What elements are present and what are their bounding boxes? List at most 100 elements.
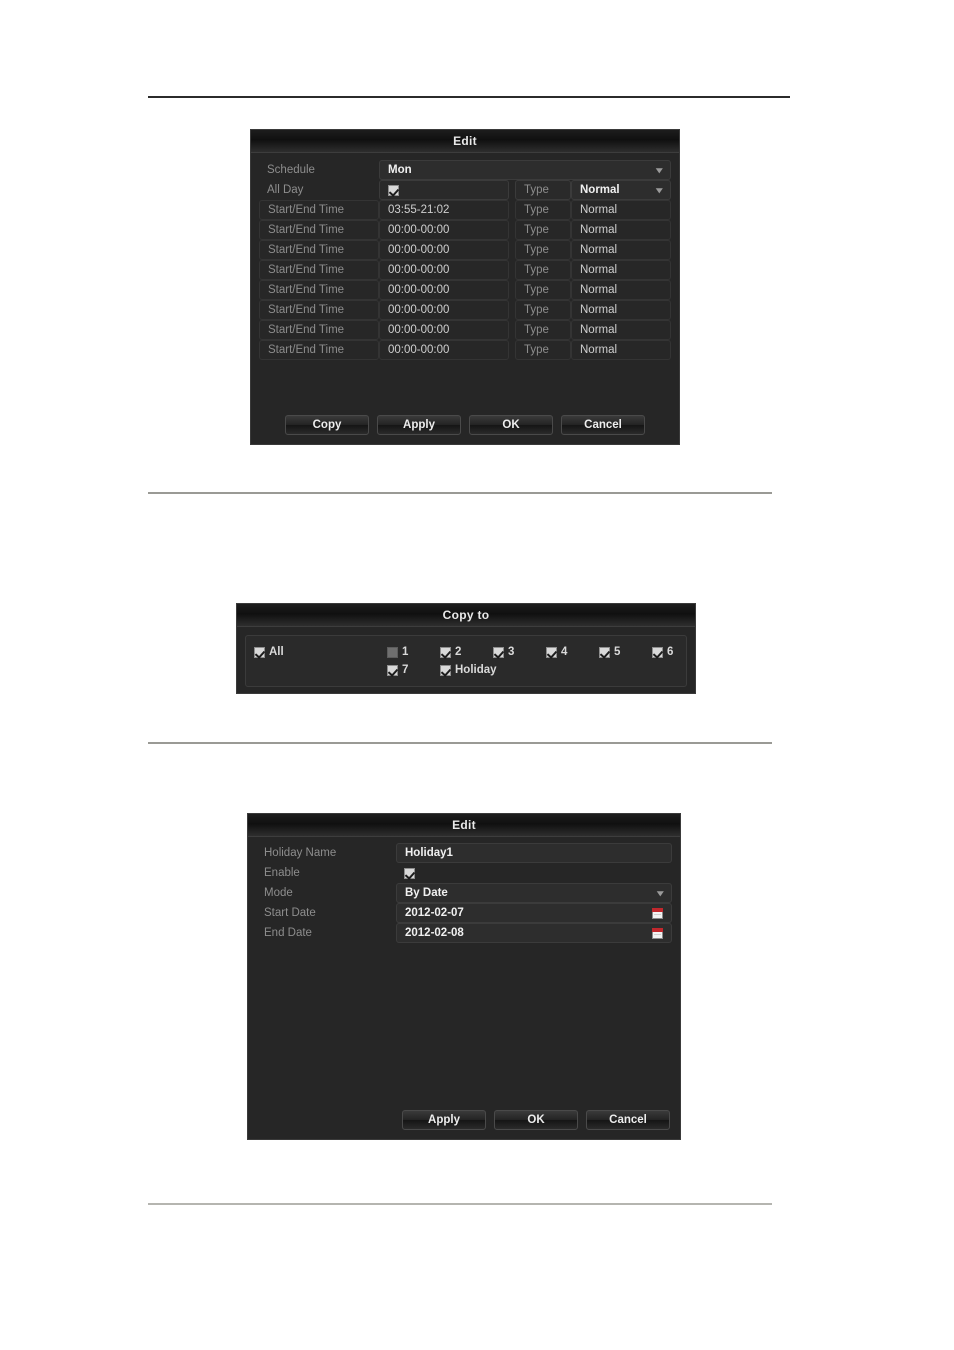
start-end-label: Start/End Time bbox=[259, 200, 379, 220]
start-date-label: Start Date bbox=[264, 907, 316, 919]
calendar-icon[interactable] bbox=[652, 927, 663, 939]
chevron-down-icon: ▾ bbox=[656, 184, 663, 195]
schedule-select[interactable]: Mon ▾ bbox=[379, 160, 671, 180]
checkbox-icon[interactable] bbox=[652, 646, 663, 658]
copy-to-label-4: 4 bbox=[561, 646, 568, 658]
type-select[interactable]: Normal bbox=[571, 340, 671, 360]
all-day-row: All Day Type Normal ▾ bbox=[259, 180, 671, 200]
copy-to-label-2: 2 bbox=[455, 646, 462, 658]
copy-to-label-1: 1 bbox=[402, 646, 409, 658]
start-end-row: Start/End Time 00:00-00:00 Type Normal bbox=[259, 300, 671, 320]
start-date-input[interactable]: 2012-02-07 bbox=[396, 903, 672, 923]
copy-to-label-6: 6 bbox=[667, 646, 674, 658]
all-day-type-value: Normal bbox=[580, 184, 620, 196]
ok-button[interactable]: OK bbox=[469, 415, 553, 435]
type-label: Type bbox=[515, 280, 571, 300]
start-end-time-input[interactable]: 03:55-21:02 bbox=[379, 200, 509, 220]
type-label: Type bbox=[515, 320, 571, 340]
copy-to-checkbox-7[interactable]: 7 bbox=[387, 664, 408, 676]
apply-button[interactable]: Apply bbox=[402, 1110, 486, 1130]
all-day-checkbox-cell[interactable] bbox=[379, 180, 509, 200]
type-label: Type bbox=[515, 240, 571, 260]
start-end-time-input[interactable]: 00:00-00:00 bbox=[379, 280, 509, 300]
cancel-button[interactable]: Cancel bbox=[561, 415, 645, 435]
start-end-label: Start/End Time bbox=[259, 220, 379, 240]
copy-button[interactable]: Copy bbox=[285, 415, 369, 435]
start-end-row: Start/End Time 00:00-00:00 Type Normal bbox=[259, 340, 671, 360]
end-date-value: 2012-02-08 bbox=[405, 927, 464, 939]
holiday-name-label: Holiday Name bbox=[264, 847, 337, 859]
dialog-title: Edit bbox=[251, 130, 679, 153]
mode-select[interactable]: By Date ▾ bbox=[396, 883, 672, 903]
mode-select-value: By Date bbox=[405, 887, 448, 899]
copy-to-label-3: 3 bbox=[508, 646, 515, 658]
schedule-dialog-button-bar: Copy Apply OK Cancel bbox=[251, 415, 679, 435]
enable-checkbox-cell[interactable] bbox=[396, 863, 672, 883]
checkbox-icon[interactable] bbox=[493, 646, 504, 658]
type-select[interactable]: Normal bbox=[571, 260, 671, 280]
copy-to-panel: All 1 2 3 4 5 6 7 Holiday bbox=[245, 635, 687, 687]
start-end-time-input[interactable]: 00:00-00:00 bbox=[379, 260, 509, 280]
checkbox-icon[interactable] bbox=[254, 646, 265, 658]
copy-to-label-7: 7 bbox=[402, 664, 409, 676]
holiday-name-row: Holiday Name Holiday1 bbox=[256, 843, 672, 863]
dialog-body: Schedule Mon ▾ All Day Type Normal ▾ Sta… bbox=[251, 153, 679, 360]
start-date-row: Start Date 2012-02-07 bbox=[256, 903, 672, 923]
copy-to-dialog: Copy to All 1 2 3 4 5 6 7 Holiday bbox=[236, 603, 696, 694]
copy-to-checkbox-holiday[interactable]: Holiday bbox=[440, 664, 497, 676]
type-select[interactable]: Normal bbox=[571, 320, 671, 340]
schedule-select-value: Mon bbox=[388, 164, 412, 176]
start-end-time-input[interactable]: 00:00-00:00 bbox=[379, 220, 509, 240]
schedule-edit-dialog: Edit Schedule Mon ▾ All Day Type Normal … bbox=[250, 129, 680, 445]
calendar-icon[interactable] bbox=[652, 907, 663, 919]
checkbox-icon[interactable] bbox=[546, 646, 557, 658]
schedule-label: Schedule bbox=[267, 164, 315, 176]
copy-to-checkbox-6[interactable]: 6 bbox=[652, 646, 673, 658]
type-label: Type bbox=[515, 200, 571, 220]
copy-to-label-holiday: Holiday bbox=[455, 664, 497, 676]
end-date-row: End Date 2012-02-08 bbox=[256, 923, 672, 943]
copy-to-checkbox-3[interactable]: 3 bbox=[493, 646, 514, 658]
start-end-time-input[interactable]: 00:00-00:00 bbox=[379, 340, 509, 360]
start-end-time-input[interactable]: 00:00-00:00 bbox=[379, 240, 509, 260]
type-select[interactable]: Normal bbox=[571, 200, 671, 220]
copy-to-checkbox-5[interactable]: 5 bbox=[599, 646, 620, 658]
copy-to-label-all: All bbox=[269, 646, 284, 658]
page-rule-top bbox=[148, 96, 790, 98]
holiday-name-input[interactable]: Holiday1 bbox=[396, 843, 672, 863]
type-select[interactable]: Normal bbox=[571, 240, 671, 260]
schedule-row: Schedule Mon ▾ bbox=[259, 160, 671, 180]
copy-to-checkbox-2[interactable]: 2 bbox=[440, 646, 461, 658]
ok-button[interactable]: OK bbox=[494, 1110, 578, 1130]
all-day-checkbox[interactable] bbox=[388, 184, 399, 196]
page-rule-middle-1 bbox=[148, 492, 772, 494]
checkbox-icon[interactable] bbox=[387, 664, 398, 676]
dialog-body: Holiday Name Holiday1 Enable Mode By Dat… bbox=[248, 837, 680, 943]
all-day-type-select[interactable]: Normal ▾ bbox=[571, 180, 671, 200]
copy-to-checkbox-4[interactable]: 4 bbox=[546, 646, 567, 658]
cancel-button[interactable]: Cancel bbox=[586, 1110, 670, 1130]
checkbox-icon[interactable] bbox=[440, 664, 451, 676]
copy-to-checkbox-all[interactable]: All bbox=[254, 646, 284, 658]
copy-to-checkbox-1[interactable]: 1 bbox=[387, 646, 408, 658]
start-end-time-input[interactable]: 00:00-00:00 bbox=[379, 300, 509, 320]
apply-button[interactable]: Apply bbox=[377, 415, 461, 435]
page-rule-bottom bbox=[148, 1203, 772, 1205]
start-end-label: Start/End Time bbox=[259, 280, 379, 300]
type-label: Type bbox=[515, 260, 571, 280]
start-end-row: Start/End Time 00:00-00:00 Type Normal bbox=[259, 280, 671, 300]
checkbox-icon[interactable] bbox=[599, 646, 610, 658]
mode-row: Mode By Date ▾ bbox=[256, 883, 672, 903]
type-label: Type bbox=[515, 300, 571, 320]
start-end-time-input[interactable]: 00:00-00:00 bbox=[379, 320, 509, 340]
end-date-label: End Date bbox=[264, 927, 312, 939]
type-select[interactable]: Normal bbox=[571, 300, 671, 320]
checkbox-icon[interactable] bbox=[387, 646, 398, 658]
type-label: Type bbox=[515, 220, 571, 240]
end-date-input[interactable]: 2012-02-08 bbox=[396, 923, 672, 943]
type-select[interactable]: Normal bbox=[571, 280, 671, 300]
enable-checkbox[interactable] bbox=[404, 867, 415, 879]
checkbox-icon[interactable] bbox=[440, 646, 451, 658]
type-select[interactable]: Normal bbox=[571, 220, 671, 240]
start-end-row: Start/End Time 00:00-00:00 Type Normal bbox=[259, 220, 671, 240]
